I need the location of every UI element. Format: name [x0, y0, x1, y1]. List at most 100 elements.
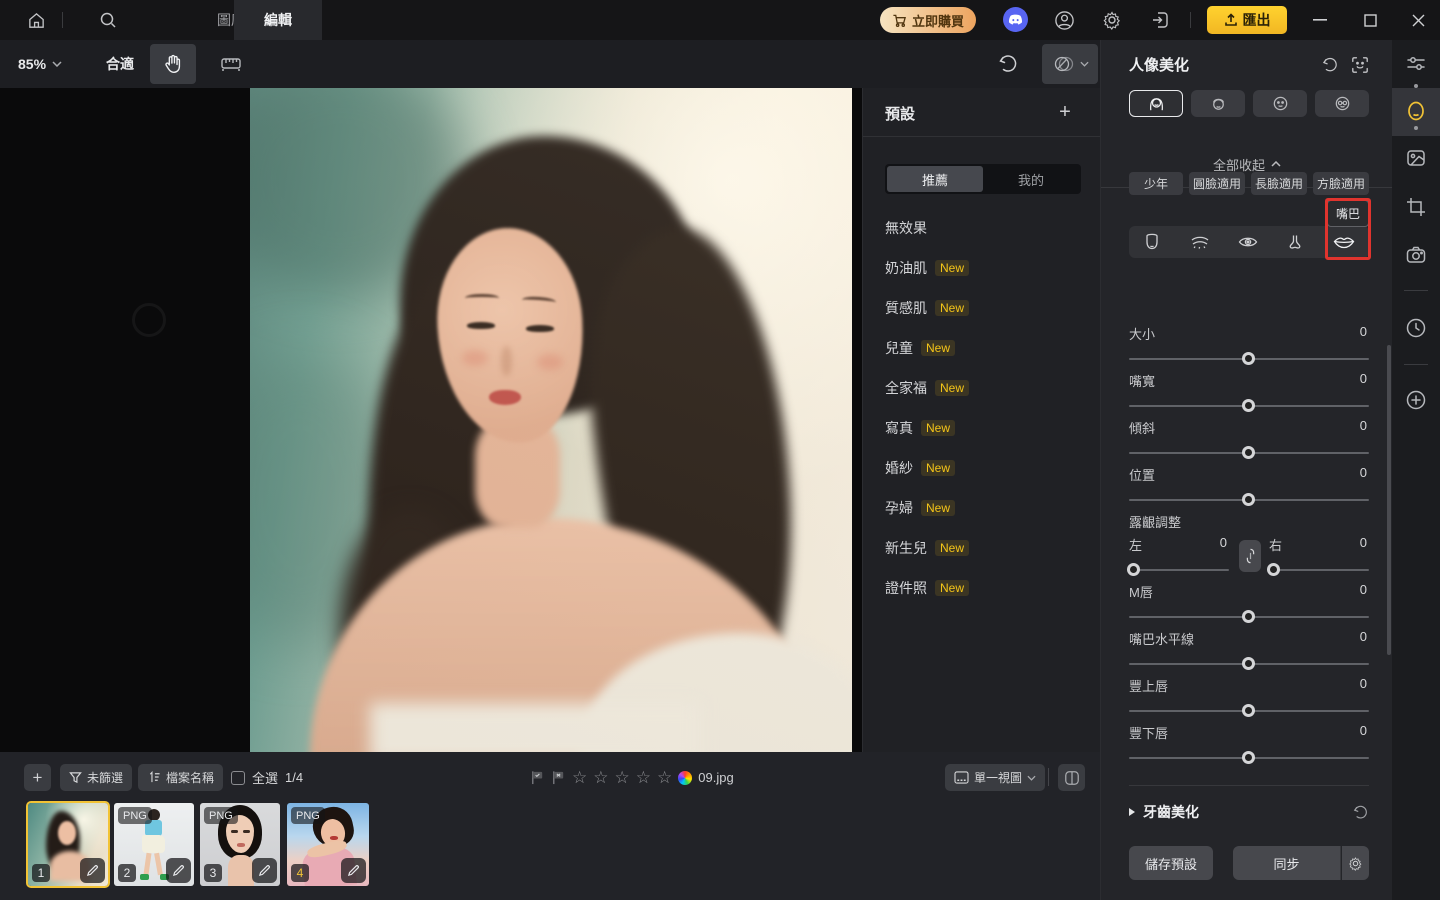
exit-icon[interactable]	[1146, 0, 1174, 40]
thumbnail-4[interactable]: PNG 4	[287, 803, 369, 886]
preset-item[interactable]: 奶油肌 New	[885, 248, 1081, 288]
chip-square-face[interactable]: 方臉適用	[1312, 172, 1369, 195]
reset-icon[interactable]	[1319, 54, 1341, 76]
buy-now-button[interactable]: 立即購買	[880, 7, 976, 33]
sync-button[interactable]: 同步	[1233, 846, 1341, 880]
slider-thumb[interactable]	[1242, 493, 1255, 506]
camera-icon[interactable]	[1392, 231, 1440, 279]
face-type-tab-glasses[interactable]	[1315, 90, 1369, 117]
slider-track[interactable]	[1129, 751, 1369, 764]
add-preset-button[interactable]: +	[1051, 98, 1079, 126]
adjust-icon[interactable]	[1392, 40, 1440, 88]
chip-youth[interactable]: 少年	[1129, 172, 1183, 195]
slider-thumb[interactable]	[1242, 704, 1255, 717]
face-type-tab-child[interactable]	[1253, 90, 1307, 117]
minimize-icon[interactable]	[1298, 0, 1342, 40]
face-type-tab-female[interactable]	[1129, 90, 1183, 117]
thumbnail-3[interactable]: PNG 3	[200, 803, 280, 886]
maximize-icon[interactable]	[1348, 0, 1392, 40]
face-type-tab-male[interactable]	[1191, 90, 1245, 117]
preset-item[interactable]: 寫真 New	[885, 408, 1081, 448]
compare-button[interactable]	[1042, 44, 1098, 84]
face-scan-icon[interactable]	[1349, 54, 1371, 76]
fit-button[interactable]: 合適	[106, 40, 134, 88]
export-button[interactable]: 匯出	[1207, 6, 1287, 34]
pencil-icon[interactable]	[252, 858, 277, 883]
pencil-icon[interactable]	[80, 858, 105, 883]
preset-item[interactable]: 全家福 New	[885, 368, 1081, 408]
slider-thumb[interactable]	[1242, 352, 1255, 365]
home-icon[interactable]	[22, 0, 50, 40]
undo-button[interactable]	[988, 44, 1028, 84]
slider-thumb[interactable]	[1242, 657, 1255, 670]
slider-track[interactable]	[1267, 563, 1369, 576]
star-icon[interactable]: ☆	[572, 768, 587, 788]
tab-edit[interactable]: 編輯	[234, 0, 322, 40]
preset-item[interactable]: 新生兒 New	[885, 528, 1081, 568]
search-icon[interactable]	[92, 0, 124, 40]
history-icon[interactable]	[1392, 304, 1440, 352]
chip-round-face[interactable]: 圓臉適用	[1188, 172, 1245, 195]
slider-thumb[interactable]	[1242, 399, 1255, 412]
preset-item[interactable]: 證件照 New	[885, 568, 1081, 608]
flag-reject-icon[interactable]	[551, 770, 566, 785]
link-button[interactable]	[1239, 540, 1261, 572]
pencil-icon[interactable]	[166, 858, 191, 883]
slider-thumb[interactable]	[1242, 610, 1255, 623]
slider-track[interactable]	[1129, 704, 1369, 717]
sort-button[interactable]: 檔案名稱	[138, 764, 224, 791]
star-icon[interactable]: ☆	[593, 768, 608, 788]
thumbnail-2[interactable]: PNG 2	[114, 803, 194, 886]
zoom-level-dropdown[interactable]: 85%	[18, 40, 62, 88]
star-icon[interactable]: ☆	[657, 768, 672, 788]
slider-thumb[interactable]	[1267, 563, 1280, 576]
gear-icon[interactable]	[1098, 0, 1126, 40]
collapse-all-button[interactable]: 全部收起	[1101, 154, 1393, 174]
tab-recommended[interactable]: 推薦	[887, 166, 983, 192]
photo-canvas[interactable]	[0, 88, 862, 752]
preset-item[interactable]: 婚紗 New	[885, 448, 1081, 488]
color-wheel-icon[interactable]	[678, 770, 693, 785]
slider-thumb[interactable]	[1242, 751, 1255, 764]
add-photo-button[interactable]: +	[24, 764, 51, 791]
nose-icon[interactable]	[1285, 232, 1305, 252]
save-preset-button[interactable]: 儲存預設	[1129, 846, 1213, 880]
star-icon[interactable]: ☆	[636, 768, 651, 788]
face-contour-icon[interactable]	[1142, 232, 1162, 252]
slider-track[interactable]	[1129, 610, 1369, 623]
crop-icon[interactable]	[1392, 183, 1440, 231]
eyebrow-icon[interactable]	[1189, 232, 1211, 252]
chip-long-face[interactable]: 長臉適用	[1250, 172, 1307, 195]
slider-thumb[interactable]	[1127, 563, 1140, 576]
slider-thumb[interactable]	[1242, 446, 1255, 459]
tab-mine[interactable]: 我的	[983, 166, 1079, 192]
select-all-checkbox[interactable]	[231, 770, 245, 785]
reset-icon[interactable]	[1352, 804, 1369, 821]
hand-tool-button[interactable]	[150, 44, 196, 84]
slider-track[interactable]	[1129, 446, 1369, 459]
slider-track[interactable]	[1129, 352, 1369, 365]
mouth-icon[interactable]	[1332, 232, 1356, 252]
slider-track[interactable]	[1129, 493, 1369, 506]
teeth-beautify-section[interactable]: 牙齒美化	[1129, 798, 1369, 826]
eye-icon[interactable]	[1237, 232, 1259, 252]
slider-track[interactable]	[1127, 563, 1229, 576]
discord-icon[interactable]	[1003, 7, 1028, 32]
select-all-control[interactable]: 全選 1/4	[231, 764, 303, 791]
preset-item[interactable]: 孕婦 New	[885, 488, 1081, 528]
star-icon[interactable]: ☆	[615, 768, 630, 788]
slider-track[interactable]	[1129, 657, 1369, 670]
filter-button[interactable]: 未篩選	[60, 764, 133, 791]
thumbnail-1[interactable]: 1	[26, 801, 110, 888]
view-mode-dropdown[interactable]: 單一視圖	[945, 764, 1046, 791]
add-circle-icon[interactable]	[1392, 376, 1440, 424]
photo-icon[interactable]	[1392, 134, 1440, 182]
split-view-button[interactable]	[1058, 764, 1085, 791]
flag-pick-icon[interactable]	[530, 770, 545, 785]
pencil-icon[interactable]	[341, 858, 366, 883]
close-icon[interactable]	[1396, 0, 1440, 40]
panel-scrollbar[interactable]	[1387, 345, 1391, 655]
preset-item[interactable]: 質感肌 New	[885, 288, 1081, 328]
slider-track[interactable]	[1129, 399, 1369, 412]
ruler-tool-button[interactable]	[208, 44, 254, 84]
